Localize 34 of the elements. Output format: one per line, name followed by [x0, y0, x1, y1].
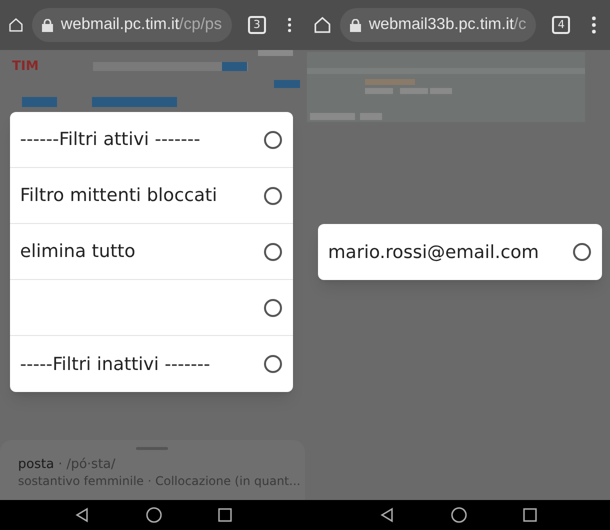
- tab-count-button[interactable]: 4: [552, 16, 570, 34]
- back-icon[interactable]: [378, 507, 394, 523]
- address-bar[interactable]: webmail.pc.tim.it/cp/ps: [32, 8, 232, 42]
- tab-count-button[interactable]: 3: [248, 16, 266, 34]
- url-text: webmail.pc.tim.it/cp/ps: [60, 15, 222, 35]
- radio-button[interactable]: [264, 298, 282, 316]
- recents-icon[interactable]: [522, 508, 536, 522]
- more-icon[interactable]: [592, 16, 596, 34]
- option-label: Filtro mittenti bloccati: [20, 184, 218, 208]
- home-icon[interactable]: [146, 507, 162, 523]
- lock-icon: [42, 18, 53, 32]
- radio-button[interactable]: [264, 355, 282, 373]
- more-icon[interactable]: [288, 16, 291, 34]
- home-icon[interactable]: [450, 507, 466, 523]
- option-row[interactable]: elimina tutto: [10, 224, 293, 280]
- option-label: ------Filtri attivi -------: [20, 128, 200, 152]
- recents-icon[interactable]: [218, 508, 232, 522]
- radio-button[interactable]: [264, 242, 282, 260]
- address-bar[interactable]: webmail33b.pc.tim.it/c: [340, 8, 536, 42]
- option-row[interactable]: ------Filtri attivi -------: [10, 112, 293, 168]
- option-row[interactable]: Filtro mittenti bloccati: [10, 168, 293, 224]
- option-row[interactable]: mario.rossi@email.com: [318, 224, 602, 280]
- back-icon[interactable]: [74, 507, 90, 523]
- option-row[interactable]: -----Filtri inattivi -------: [10, 336, 293, 392]
- option-label: mario.rossi@email.com: [328, 240, 539, 264]
- url-text: webmail33b.pc.tim.it/c: [368, 15, 526, 35]
- home-icon[interactable]: [313, 15, 332, 35]
- lock-icon: [350, 18, 361, 32]
- option-label: elimina tutto: [20, 240, 136, 264]
- logo: TIM: [12, 60, 39, 73]
- radio-button[interactable]: [264, 130, 282, 148]
- option-label: -----Filtri inattivi -------: [20, 352, 210, 376]
- radio-button[interactable]: [573, 243, 591, 261]
- radio-button[interactable]: [264, 186, 282, 204]
